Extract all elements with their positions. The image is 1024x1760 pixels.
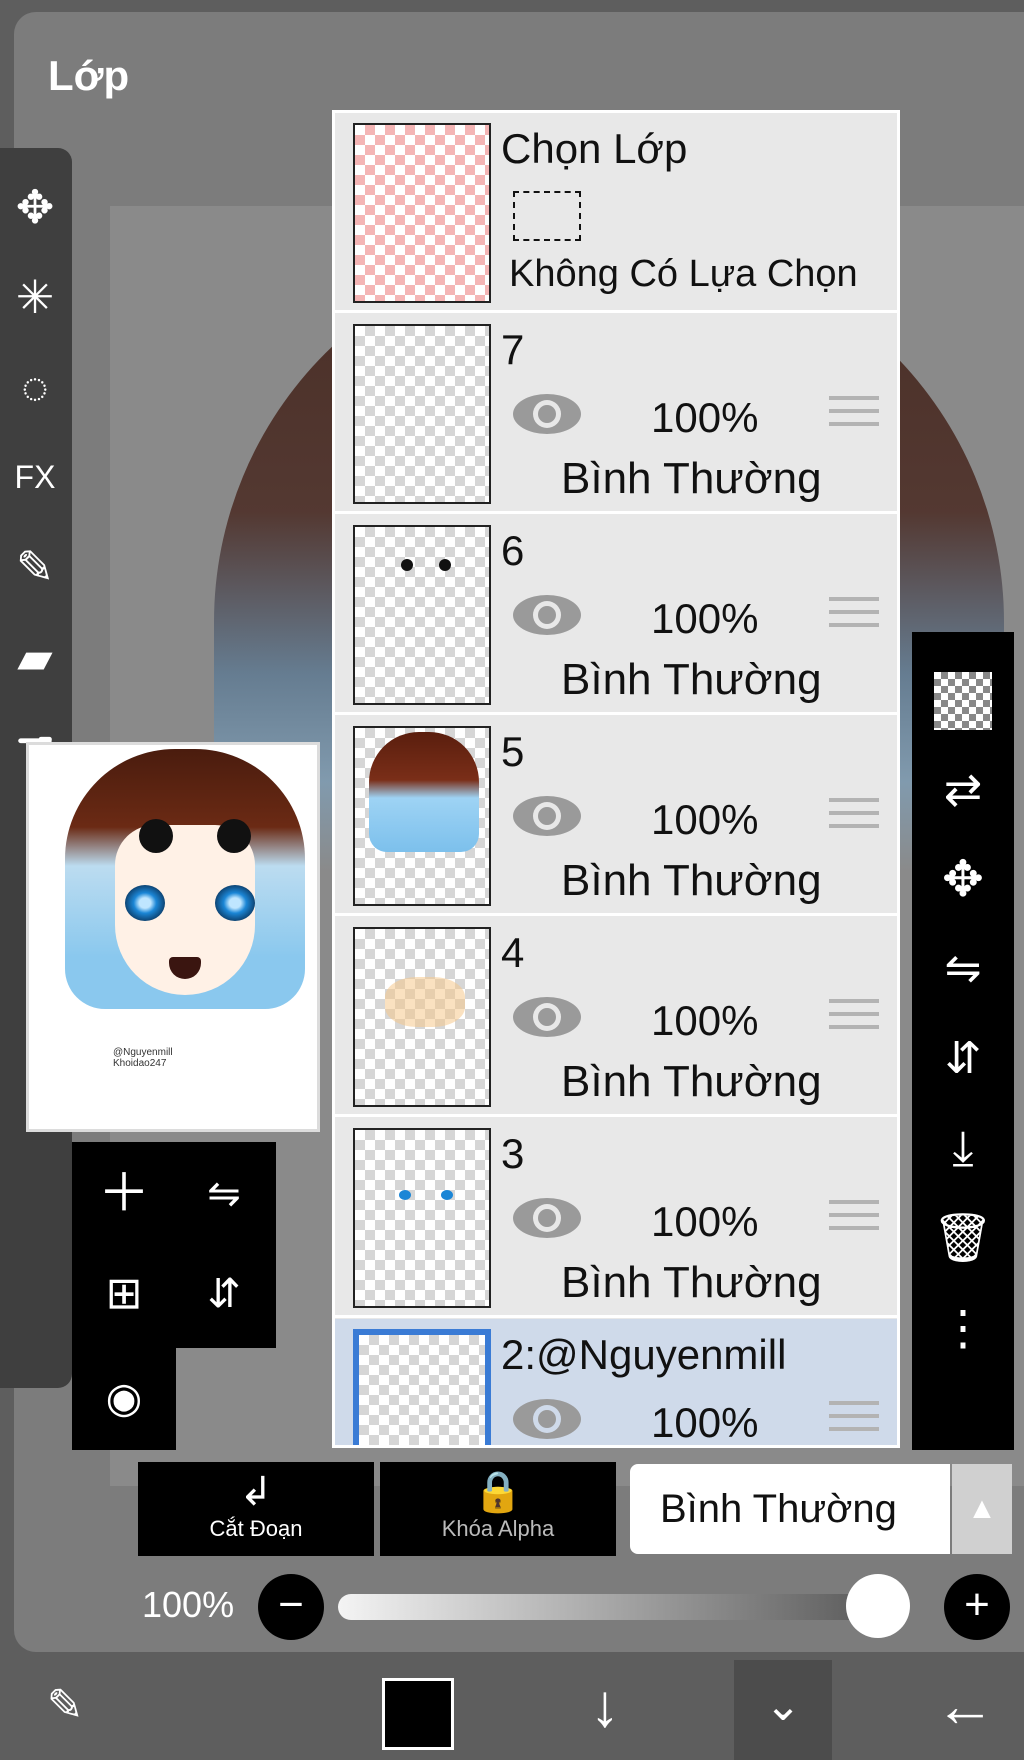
clip-icon: ↲ xyxy=(239,1470,273,1514)
layer-name: Chọn Lớp xyxy=(501,125,688,172)
layer-row[interactable]: 6 100% Bình Thường xyxy=(335,515,897,715)
layer-row-selection[interactable]: Chọn Lớp Không Có Lựa Chọn xyxy=(335,113,897,313)
layer-thumbnail xyxy=(353,726,491,906)
move-icon[interactable]: ✥ xyxy=(0,172,70,242)
trash-icon[interactable]: 🗑 xyxy=(912,1194,1014,1284)
layer-list[interactable]: Chọn Lớp Không Có Lựa Chọn 7 100% Bình T… xyxy=(332,110,900,1448)
collapse-icon[interactable]: ⌄ xyxy=(734,1652,832,1760)
right-toolbar: ⇄ ✥ ⇋ ⇵ ⤓ 🗑 ⋮ xyxy=(912,632,1014,1450)
layer-action-pad: ＋ ⇋ ⊞ ⇵ xyxy=(72,1142,276,1348)
visibility-eye-icon[interactable] xyxy=(511,593,583,637)
clip-button[interactable]: ↲ Cắt Đoạn xyxy=(138,1462,374,1556)
visibility-eye-icon[interactable] xyxy=(511,1196,583,1240)
drag-handle-icon[interactable] xyxy=(829,597,879,635)
lock-icon: 🔒 xyxy=(473,1470,523,1514)
back-arrow-icon[interactable]: ← xyxy=(910,1652,1020,1760)
layer-thumbnail xyxy=(353,324,491,504)
visibility-eye-icon[interactable] xyxy=(511,392,583,436)
transparency-icon[interactable] xyxy=(912,654,1014,744)
move-icon[interactable]: ✥ xyxy=(912,834,1014,924)
opacity-decrease-button[interactable]: − xyxy=(258,1574,324,1640)
canvas-preview: @Nguyenmill Khoidao247 xyxy=(26,742,320,1132)
add-layer-icon[interactable]: ＋ xyxy=(76,1146,172,1242)
opacity-increase-button[interactable]: + xyxy=(944,1574,1010,1640)
signature-line-1: @Nguyenmill xyxy=(113,1047,173,1058)
flip-vertical-icon[interactable]: ⇵ xyxy=(912,1014,1014,1104)
drag-handle-icon[interactable] xyxy=(829,1401,879,1439)
layer-thumbnail xyxy=(353,525,491,705)
down-arrow-icon[interactable]: ↓ xyxy=(550,1652,660,1760)
layer-name: 3 xyxy=(501,1130,525,1177)
clip-label: Cắt Đoạn xyxy=(209,1516,303,1541)
opacity-slider[interactable] xyxy=(338,1594,878,1620)
layer-blend-mode: Bình Thường xyxy=(561,1057,822,1106)
flip-layer-horizontal-icon[interactable]: ⇋ xyxy=(176,1146,272,1242)
flip-layer-vertical-icon[interactable]: ⇵ xyxy=(176,1246,272,1342)
drag-handle-icon[interactable] xyxy=(829,396,879,434)
visibility-eye-icon[interactable] xyxy=(511,1397,583,1441)
preview-eye-right xyxy=(215,885,255,921)
alpha-lock-button[interactable]: 🔒 Khóa Alpha xyxy=(380,1462,616,1556)
layer-name: 7 xyxy=(501,326,525,373)
layer-thumbnail xyxy=(353,927,491,1107)
layer-opacity: 100% xyxy=(651,394,759,441)
magic-wand-icon[interactable]: ✳ xyxy=(0,262,70,332)
layer-row[interactable]: 4 100% Bình Thường xyxy=(335,917,897,1117)
layer-row[interactable]: 5 100% Bình Thường xyxy=(335,716,897,916)
opacity-slider-knob[interactable] xyxy=(846,1574,910,1638)
layer-thumbnail xyxy=(353,1329,491,1445)
visibility-eye-icon[interactable] xyxy=(511,995,583,1039)
layer-thumbnail xyxy=(353,1128,491,1308)
blend-mode-select[interactable]: Bình Thường xyxy=(630,1464,950,1554)
bottom-bar: ✎ ↓ ⌄ ← xyxy=(0,1652,1024,1760)
layer-opacity: 100% xyxy=(651,796,759,843)
preview-ear-left xyxy=(139,819,173,853)
selection-status: Không Có Lựa Chọn xyxy=(509,253,858,295)
layer-opacity: 100% xyxy=(651,997,759,1044)
layer-opacity: 100% xyxy=(651,1399,759,1446)
drag-handle-icon[interactable] xyxy=(829,1200,879,1238)
more-icon[interactable]: ⋮ xyxy=(912,1284,1014,1374)
layer-opacity: 100% xyxy=(651,595,759,642)
camera-icon[interactable]: ◉ xyxy=(76,1350,172,1446)
layer-thumbnail xyxy=(353,123,491,303)
visibility-eye-icon[interactable] xyxy=(511,794,583,838)
flip-horizontal-icon[interactable]: ⇋ xyxy=(912,924,1014,1014)
blend-mode-arrow-icon[interactable]: ▲ xyxy=(952,1464,1012,1554)
brush-icon[interactable]: ✎ xyxy=(0,532,70,602)
layer-name: 2:@Nguyenmill xyxy=(501,1331,787,1378)
tools-icon[interactable]: ✎ xyxy=(10,1652,120,1760)
lasso-icon[interactable]: ◌ xyxy=(0,352,70,422)
layer-blend-mode: Bình Thường xyxy=(561,454,822,503)
layer-opacity: 100% xyxy=(651,1198,759,1245)
layer-blend-mode: Bình Thường xyxy=(561,1258,822,1307)
duplicate-layer-icon[interactable]: ⊞ xyxy=(76,1246,172,1342)
panel-title: Lớp xyxy=(48,52,130,99)
preview-ear-right xyxy=(217,819,251,853)
selection-icon xyxy=(513,191,581,241)
layer-blend-mode: Bình Thường xyxy=(561,655,822,704)
eraser-icon[interactable]: ▰ xyxy=(0,622,70,692)
screen: Lớp ✥ ✳ ◌ FX ✎ ▰ ☚ @Nguyenmill Khoidao24… xyxy=(0,0,1024,1760)
layer-row[interactable]: 7 100% Bình Thường xyxy=(335,314,897,514)
camera-pad: ◉ xyxy=(72,1348,176,1450)
layer-swap-icon[interactable]: ⇄ xyxy=(912,744,1014,834)
fx-icon[interactable]: FX xyxy=(0,442,70,512)
layer-row[interactable]: 3 100% Bình Thường xyxy=(335,1118,897,1318)
color-swatch[interactable] xyxy=(382,1678,454,1750)
layer-name: 5 xyxy=(501,728,525,775)
preview-eye-left xyxy=(125,885,165,921)
layer-name: 6 xyxy=(501,527,525,574)
merge-down-icon[interactable]: ⤓ xyxy=(912,1104,1014,1194)
drag-handle-icon[interactable] xyxy=(829,798,879,836)
layer-blend-mode: Bình Thường xyxy=(561,856,822,905)
alpha-lock-label: Khóa Alpha xyxy=(441,1516,555,1541)
drag-handle-icon[interactable] xyxy=(829,999,879,1037)
opacity-label: 100% xyxy=(142,1584,235,1625)
layer-row-selected[interactable]: 2:@Nguyenmill 100% xyxy=(335,1319,897,1446)
preview-signature: @Nguyenmill Khoidao247 xyxy=(113,1047,173,1069)
layer-name: 4 xyxy=(501,929,525,976)
signature-line-2: Khoidao247 xyxy=(113,1058,167,1069)
